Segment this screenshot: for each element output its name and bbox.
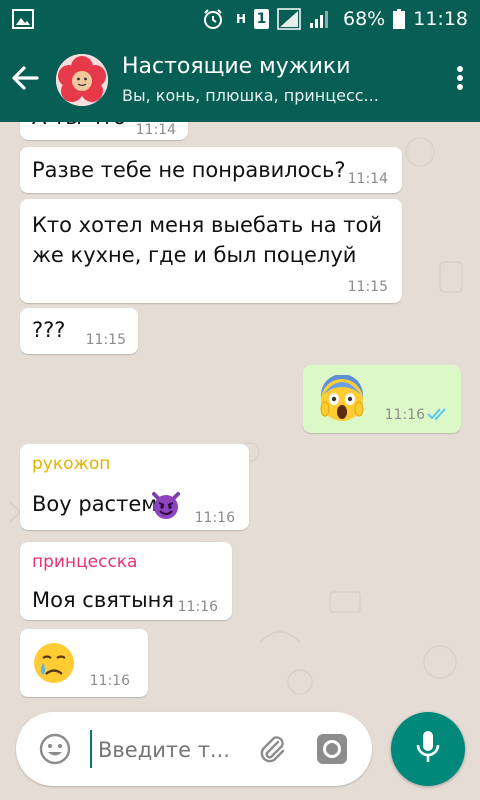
message-text-line: же кухне, где и был поцелуй <box>32 243 357 267</box>
gallery-notification-icon <box>12 9 34 29</box>
message-time: 11:15 <box>85 332 126 348</box>
smiling-imp-emoji-icon <box>151 490 181 524</box>
message-bubble-incoming[interactable]: Разве тебе не понравилось? 11:14 <box>20 147 402 193</box>
message-bubble-outgoing[interactable]: 11:16 <box>303 365 461 433</box>
scream-emoji-icon <box>319 374 365 427</box>
more-vertical-icon <box>456 65 464 95</box>
emoji-keyboard-icon[interactable] <box>38 732 72 770</box>
message-text: ??? <box>32 318 66 342</box>
message-time: 11:15 <box>347 279 388 295</box>
sim-slot-badge: 1 <box>254 9 269 29</box>
group-avatar[interactable] <box>56 54 108 106</box>
message-input[interactable] <box>96 730 250 770</box>
chat-title-block[interactable]: Настоящие мужики Вы, конь, плюшка, принц… <box>122 53 440 107</box>
message-bubble-incoming[interactable]: 11:16 <box>20 629 148 697</box>
camera-icon[interactable] <box>315 732 349 770</box>
battery-percent: 68% <box>343 8 386 30</box>
signal-sim2-icon <box>309 9 329 29</box>
voice-record-button[interactable] <box>391 712 465 786</box>
message-bubble-incoming[interactable]: рукожоп Воу растем 11:16 <box>20 444 249 530</box>
message-time: 11:16 <box>194 510 235 526</box>
arrow-left-icon <box>11 64 39 96</box>
message-bubble-incoming[interactable]: А ты что 11:14 <box>20 122 188 140</box>
battery-icon <box>393 9 406 29</box>
message-bubble-incoming[interactable]: принцесска Моя святыня 11:16 <box>20 542 232 620</box>
text-cursor <box>90 730 92 768</box>
message-time: 11:16 <box>384 407 425 423</box>
status-time: 11:18 <box>413 8 468 30</box>
message-time: 11:16 <box>89 673 130 689</box>
message-time: 11:14 <box>347 171 388 187</box>
message-composer <box>16 712 372 786</box>
overflow-menu-button[interactable] <box>440 38 480 122</box>
chat-title: Настоящие мужики <box>122 54 351 79</box>
message-text: А ты что <box>32 122 126 133</box>
network-type-label: H <box>235 12 246 26</box>
message-text: Моя святыня <box>32 588 175 612</box>
message-bubble-incoming[interactable]: ??? 11:15 <box>20 308 138 354</box>
crying-face-emoji-icon <box>32 641 76 689</box>
microphone-icon <box>415 729 441 769</box>
sender-name: принцесска <box>32 552 138 572</box>
message-text: Воу растем <box>32 492 158 516</box>
chat-participants: Вы, конь, плюшка, принцесс... <box>122 86 379 105</box>
chat-header: Настоящие мужики Вы, конь, плюшка, принц… <box>0 38 480 122</box>
back-button[interactable] <box>0 38 50 122</box>
message-text: Разве тебе не понравилось? <box>32 158 346 182</box>
status-bar: H 1 68% 11:18 <box>0 0 480 38</box>
message-bubble-incoming[interactable]: Кто хотел меня выебать на той же кухне, … <box>20 199 402 303</box>
alarm-icon <box>202 8 224 30</box>
sender-name: рукожоп <box>32 454 111 474</box>
message-list[interactable]: А ты что 11:14 Разве тебе не понравилось… <box>0 122 480 700</box>
signal-sim1-icon <box>277 8 301 30</box>
double-check-read-icon <box>427 406 449 425</box>
message-time: 11:16 <box>177 599 218 615</box>
message-text-line: Кто хотел меня выебать на той <box>32 213 382 237</box>
attach-paperclip-icon[interactable] <box>256 733 288 769</box>
message-time: 11:14 <box>135 122 176 138</box>
